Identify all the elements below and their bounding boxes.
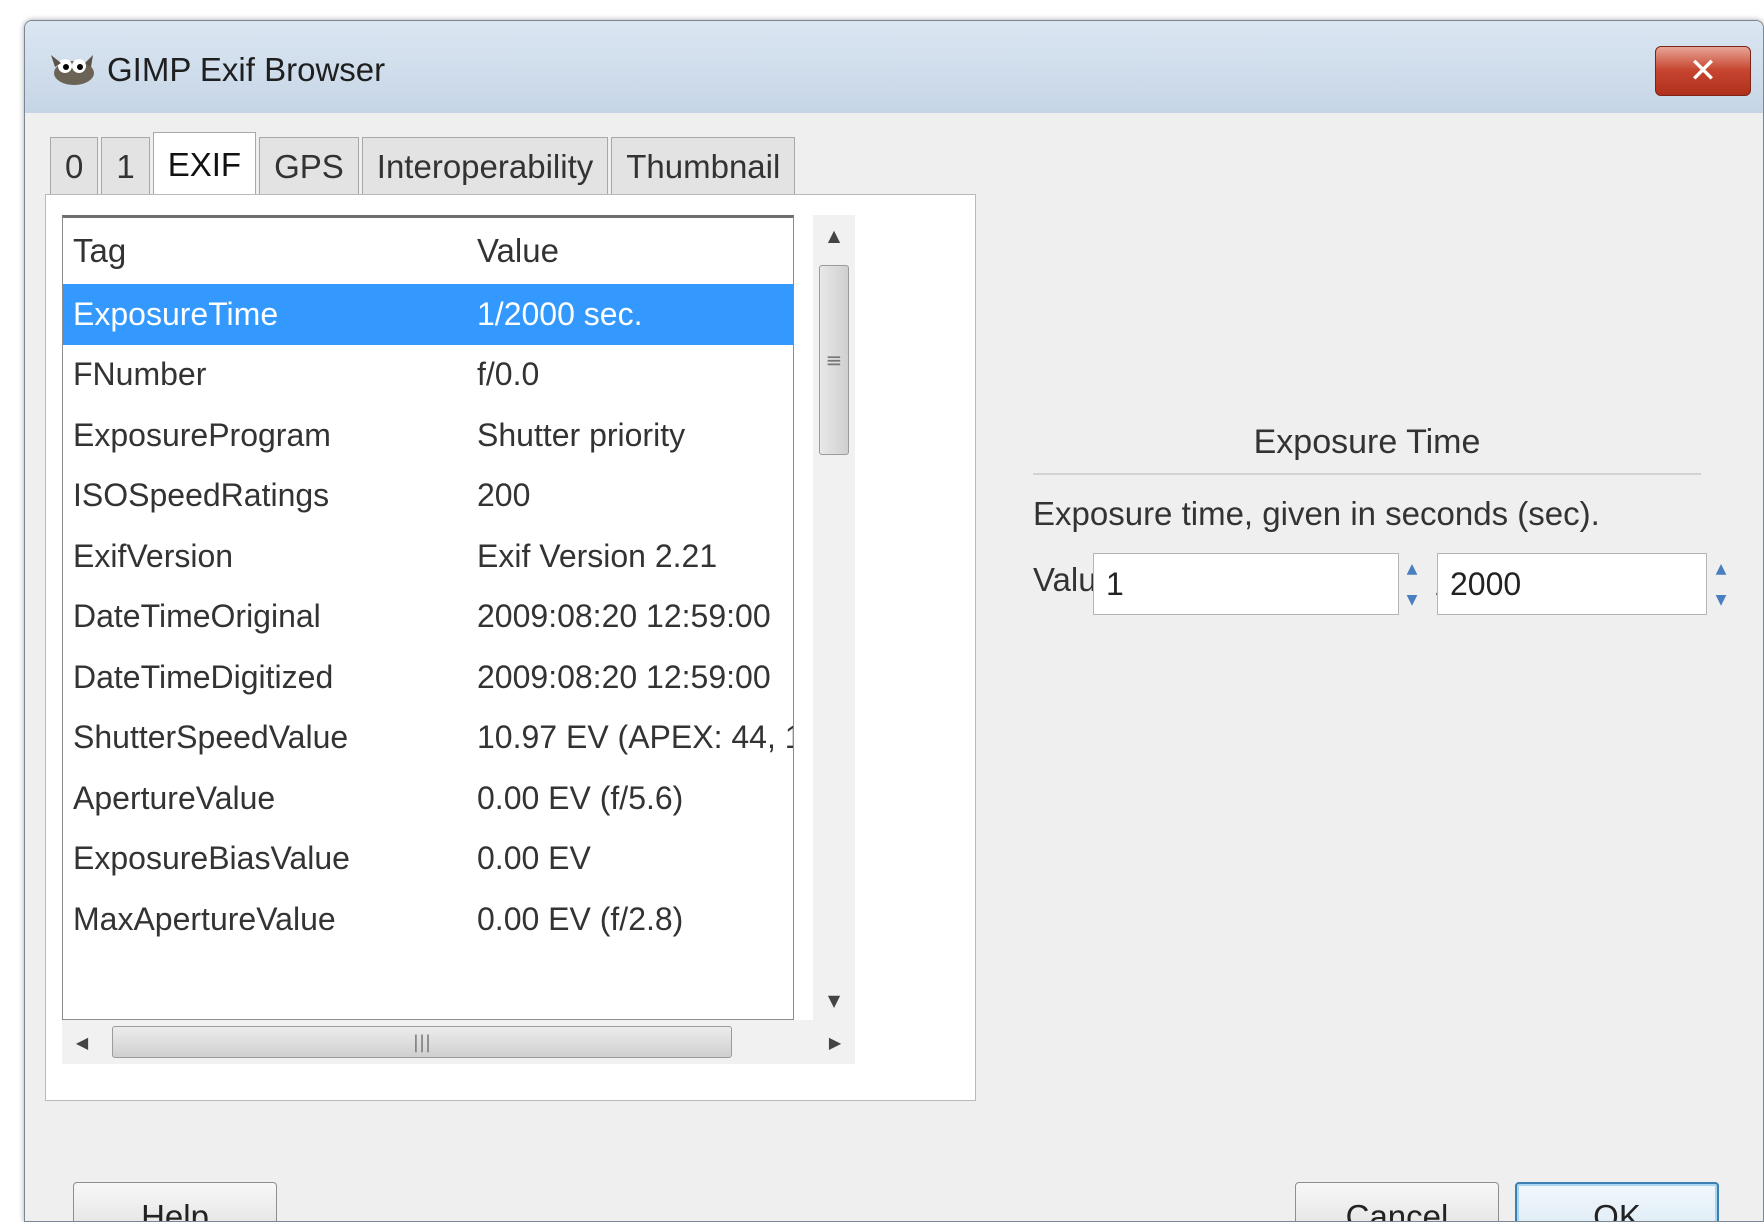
vertical-scroll-thumb[interactable]: ≡	[819, 265, 849, 455]
tab-gps[interactable]: GPS	[259, 137, 359, 195]
numerator-spin-buttons[interactable]: ▲ ▼	[1399, 553, 1425, 615]
cancel-button[interactable]: Cancel	[1295, 1182, 1499, 1221]
table-row[interactable]: DateTimeOriginal 2009:08:20 12:59:00	[63, 587, 793, 648]
scroll-right-arrow-icon[interactable]: ▶	[815, 1020, 855, 1064]
close-icon: ✕	[1688, 51, 1718, 91]
row-tag: FNumber	[73, 356, 207, 393]
row-tag: ExposureTime	[73, 295, 279, 332]
row-value: 0.00 EV	[477, 840, 591, 877]
row-tag: DateTimeDigitized	[73, 658, 334, 695]
denominator-field[interactable]	[1437, 553, 1707, 615]
column-header-tag[interactable]: Tag	[63, 232, 477, 270]
close-button[interactable]: ✕	[1655, 46, 1751, 96]
table-row[interactable]: ExposureTime 1/2000 sec.	[63, 284, 793, 345]
spin-down-icon[interactable]: ▼	[1407, 592, 1418, 608]
scroll-up-arrow-icon[interactable]: ▲	[813, 215, 855, 255]
title-bar: GIMP Exif Browser ✕	[25, 21, 1763, 113]
table-row[interactable]: ExifVersion Exif Version 2.21	[63, 526, 793, 587]
row-tag: ApertureValue	[73, 779, 276, 816]
spin-up-icon[interactable]: ▲	[1407, 561, 1418, 577]
tab-exif[interactable]: EXIF	[152, 132, 257, 196]
row-tag: ShutterSpeedValue	[73, 719, 349, 756]
exif-browser-window: GIMP Exif Browser ✕ 0 1 EXIF GPS Interop…	[24, 20, 1764, 1222]
spin-up-icon[interactable]: ▲	[1716, 561, 1727, 577]
numerator-input[interactable]	[1094, 554, 1398, 614]
scroll-down-arrow-icon[interactable]: ▼	[813, 980, 855, 1020]
window-title: GIMP Exif Browser	[107, 51, 386, 88]
grip-icon: |||	[412, 1031, 432, 1053]
scroll-left-arrow-icon[interactable]: ◀	[62, 1020, 102, 1064]
exif-tab-panel: Tag Value ExposureTime 1/2000 sec. FNumb…	[45, 194, 976, 1101]
table-row[interactable]: MaxApertureValue 0.00 EV (f/2.8)	[63, 889, 793, 950]
table-row[interactable]: ShutterSpeedValue 10.97 EV (APEX: 44, 1/…	[63, 708, 793, 769]
row-tag: ExifVersion	[73, 537, 234, 574]
horizontal-scrollbar[interactable]: ◀ ||| ▶	[62, 1020, 855, 1064]
numerator-field[interactable]	[1093, 553, 1399, 615]
tab-interoperability[interactable]: Interoperability	[361, 137, 609, 195]
row-value: 0.00 EV (f/5.6)	[477, 779, 684, 816]
table-row[interactable]: FNumber f/0.0	[63, 345, 793, 406]
tab-1[interactable]: 1	[101, 137, 150, 195]
table-row[interactable]: ISOSpeedRatings 200	[63, 466, 793, 527]
row-value: 2009:08:20 12:59:00	[477, 658, 771, 695]
vertical-scrollbar[interactable]: ▲ ≡ ▼	[813, 215, 855, 1020]
table-header: Tag Value	[63, 218, 793, 284]
ok-button[interactable]: OK	[1515, 1182, 1719, 1221]
tab-thumbnail[interactable]: Thumbnail	[611, 137, 796, 195]
gimp-logo-icon	[51, 55, 94, 85]
denominator-input[interactable]	[1438, 554, 1706, 614]
denominator-spin-buttons[interactable]: ▲ ▼	[1708, 553, 1734, 615]
table-row[interactable]: ExposureBiasValue 0.00 EV	[63, 829, 793, 890]
row-tag: MaxApertureValue	[73, 900, 336, 937]
tab-bar: 0 1 EXIF GPS Interoperability Thumbnail	[50, 131, 798, 196]
help-button[interactable]: Help	[73, 1182, 277, 1221]
column-header-value[interactable]: Value	[477, 232, 793, 270]
detail-title: Exposure Time	[1253, 423, 1481, 461]
row-value: 0.00 EV (f/2.8)	[477, 900, 684, 937]
grip-icon: ≡	[825, 348, 843, 372]
spin-down-icon[interactable]: ▼	[1716, 592, 1727, 608]
row-value: 200	[477, 477, 531, 514]
tab-0[interactable]: 0	[50, 137, 99, 195]
row-tag: DateTimeOriginal	[73, 598, 321, 635]
horizontal-scroll-thumb[interactable]: |||	[112, 1026, 732, 1058]
row-value: Exif Version 2.21	[477, 537, 718, 574]
row-value: 1/2000 sec.	[477, 295, 643, 332]
row-tag: ExposureBiasValue	[73, 840, 350, 877]
row-tag: ExposureProgram	[73, 416, 331, 453]
table-row[interactable]: DateTimeDigitized 2009:08:20 12:59:00	[63, 647, 793, 708]
detail-description: Exposure time, given in seconds (sec).	[1033, 495, 1600, 532]
exif-tag-table: Tag Value ExposureTime 1/2000 sec. FNumb…	[62, 215, 794, 1020]
row-value: 10.97 EV (APEX: 44, 1/19	[477, 719, 793, 756]
table-row[interactable]: ExposureProgram Shutter priority	[63, 405, 793, 466]
dialog-content: 0 1 EXIF GPS Interoperability Thumbnail …	[25, 113, 1763, 1221]
row-tag: ISOSpeedRatings	[73, 477, 330, 514]
detail-separator	[1033, 473, 1701, 475]
row-value: 2009:08:20 12:59:00	[477, 598, 771, 635]
table-row[interactable]: ApertureValue 0.00 EV (f/5.6)	[63, 768, 793, 829]
row-value: Shutter priority	[477, 416, 686, 453]
row-value: f/0.0	[477, 356, 540, 393]
